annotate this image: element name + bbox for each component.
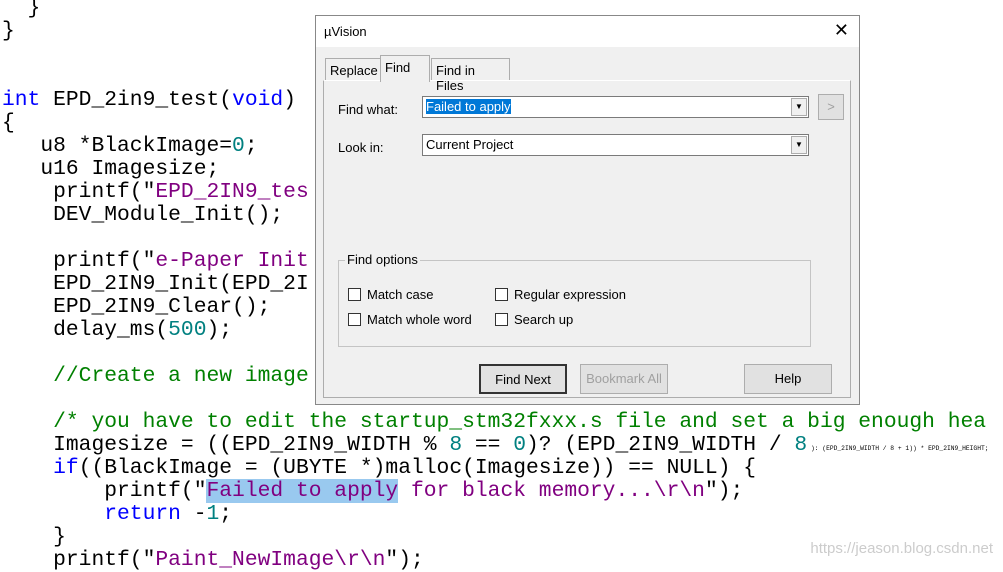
code-token: 8 <box>794 433 808 457</box>
code-token: } <box>2 525 66 549</box>
code-token: "); <box>385 548 424 572</box>
checkbox-icon[interactable] <box>495 288 508 301</box>
more-button[interactable]: > <box>818 94 844 120</box>
chevron-down-icon[interactable]: ▼ <box>791 136 807 154</box>
code-token: == <box>462 433 514 457</box>
bookmark-all-button[interactable]: Bookmark All <box>580 364 668 394</box>
code-token: delay_ms( <box>2 318 169 342</box>
code-token: ) <box>283 88 296 112</box>
code-token: 500 <box>168 318 207 342</box>
code-line: return -1; <box>2 503 1002 526</box>
code-token: ((BlackImage = (UBYTE *)malloc(Imagesize… <box>78 456 757 480</box>
code-line: if((BlackImage = (UBYTE *)malloc(Imagesi… <box>2 457 1002 480</box>
match-whole-word-label: Match whole word <box>367 312 472 327</box>
code-token: DEV_Module_Init(); <box>2 203 284 227</box>
code-token: EPD_2in9_test( <box>40 88 233 112</box>
dialog-title: µVision <box>324 24 367 39</box>
code-token: Paint_NewImage\r\n <box>155 548 386 572</box>
find-next-button[interactable]: Find Next <box>479 364 567 394</box>
code-token: EPD_2IN9_Init(EPD_2I <box>2 272 309 296</box>
close-icon[interactable]: ✕ <box>834 20 849 41</box>
code-token: 0 <box>513 433 526 457</box>
code-token: void <box>232 88 284 112</box>
help-button[interactable]: Help <box>744 364 832 394</box>
code-token: - <box>180 502 207 526</box>
code-token: EPD_2IN9_Clear(); <box>2 295 271 319</box>
code-token: /* you have to edit the startup_stm32fxx… <box>53 410 987 434</box>
code-token: int <box>2 88 41 112</box>
watermark: https://jeason.blog.csdn.net <box>810 540 993 557</box>
search-up-checkbox[interactable]: Search up <box>495 312 573 327</box>
find-what-label: Find what: <box>338 102 398 117</box>
code-token: "); <box>704 479 744 503</box>
find-options-group: Find options Match case Match whole word… <box>338 252 811 347</box>
checkbox-icon[interactable] <box>348 288 361 301</box>
code-token: 8 <box>449 433 463 457</box>
code-token: printf(" <box>2 479 207 503</box>
code-token: } <box>2 0 41 20</box>
code-line: /* you have to edit the startup_stm32fxx… <box>2 411 1002 434</box>
look-in-label: Look in: <box>338 140 384 155</box>
code-token: printf(" <box>2 249 156 273</box>
code-token: for black memory...\r\n <box>398 479 705 503</box>
search-up-label: Search up <box>514 312 574 327</box>
find-what-combo[interactable]: Failed to apply ▼ <box>422 96 809 118</box>
match-case-label: Match case <box>367 287 434 302</box>
look-in-value: Current Project <box>426 137 514 152</box>
code-token: e-Paper Init <box>155 249 309 273</box>
find-dialog: µVision ✕ Replace Find Find in Files Fin… <box>315 15 860 405</box>
code-token: //Create a new image <box>53 364 309 388</box>
code-token: printf(" <box>2 548 156 572</box>
regular-expression-checkbox[interactable]: Regular expression <box>495 287 626 302</box>
code-line: printf("Failed to apply for black memory… <box>2 479 1002 503</box>
tab-replace[interactable]: Replace <box>325 58 381 80</box>
code-token: ; <box>244 134 258 158</box>
regular-expression-label: Regular expression <box>514 287 627 302</box>
code-token: 1 <box>206 502 220 526</box>
code-token: return <box>104 502 181 526</box>
code-token: if <box>53 456 79 480</box>
code-token: ; <box>219 502 233 526</box>
chevron-down-icon[interactable]: ▼ <box>791 98 807 116</box>
find-what-input[interactable]: Failed to apply <box>426 99 511 114</box>
code-token: ); <box>206 318 233 342</box>
code-token: u16 Imagesize; <box>2 157 220 181</box>
code-token: u8 *BlackImage= <box>2 134 233 158</box>
find-panel <box>323 80 851 398</box>
tab-find[interactable]: Find <box>380 55 430 82</box>
code-token: )? (EPD_2IN9_WIDTH / <box>526 433 795 457</box>
code-token: printf(" <box>2 180 156 204</box>
tab-find-in-files[interactable]: Find in Files <box>431 58 510 93</box>
code-token: } <box>2 19 15 43</box>
checkbox-icon[interactable] <box>348 313 361 326</box>
match-case-checkbox[interactable]: Match case <box>348 287 433 302</box>
look-in-combo[interactable]: Current Project ▼ <box>422 134 809 156</box>
checkbox-icon[interactable] <box>495 313 508 326</box>
code-token: ): (EPD_2IN9_WIDTH / 8 + 1)) * EPD_2IN9_… <box>807 445 989 452</box>
code-token: EPD_2IN9_tes <box>155 180 309 204</box>
match-whole-word-checkbox[interactable]: Match whole word <box>348 312 472 327</box>
code-token: 0 <box>232 134 245 158</box>
code-token: Imagesize = ((EPD_2IN9_WIDTH % <box>2 433 450 457</box>
find-options-label: Find options <box>345 252 420 267</box>
title-bar[interactable]: µVision ✕ <box>316 16 859 47</box>
code-token: { <box>2 111 15 135</box>
code-token: Failed to apply <box>206 479 399 503</box>
code-line: Imagesize = ((EPD_2IN9_WIDTH % 8 == 0)? … <box>2 434 1002 457</box>
